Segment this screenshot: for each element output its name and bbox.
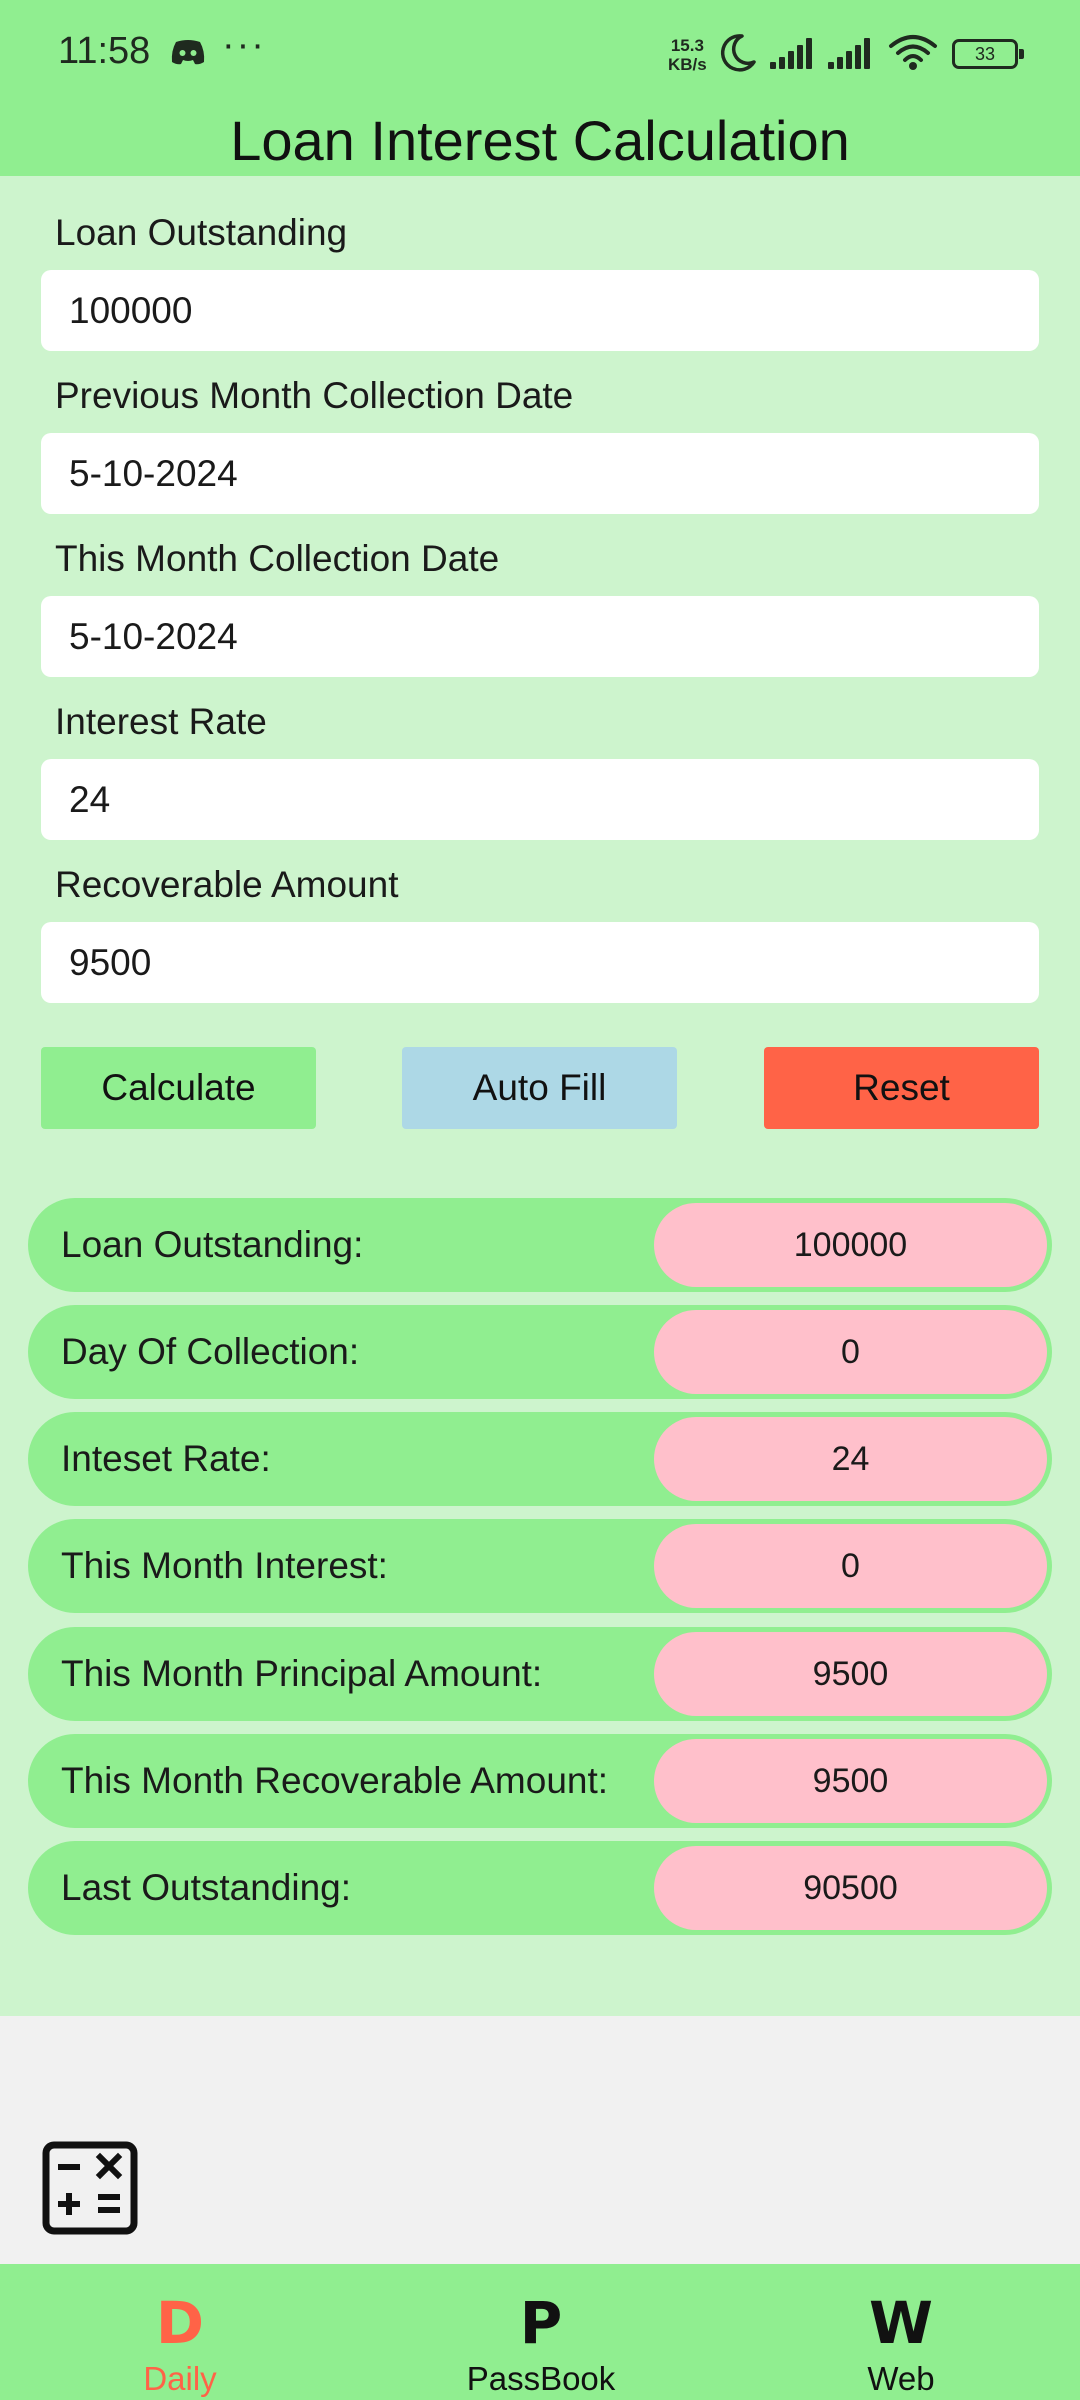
recoverable-amount-label: Recoverable Amount xyxy=(55,864,399,905)
calculator-panel: Loan Outstanding Previous Month Collecti… xyxy=(0,176,1080,2016)
result-value: 24 xyxy=(654,1417,1047,1501)
web-icon: W xyxy=(869,2289,933,2357)
result-value: 0 xyxy=(654,1524,1047,1608)
result-label: Last Outstanding: xyxy=(61,1867,352,1908)
this-month-collection-date-input[interactable] xyxy=(41,596,1039,677)
passbook-icon: P xyxy=(519,2289,563,2357)
bottom-navigation: D Daily P PassBook W Web xyxy=(0,2264,1080,2400)
auto-fill-button[interactable]: Auto Fill xyxy=(402,1047,677,1129)
nav-item-passbook-label: PassBook xyxy=(466,2360,616,2397)
nav-item-web-label: Web xyxy=(867,2360,935,2397)
result-value: 100000 xyxy=(654,1203,1047,1287)
result-label: This Month Interest: xyxy=(61,1545,388,1586)
result-label: Inteset Rate: xyxy=(61,1438,271,1479)
result-value: 0 xyxy=(654,1310,1047,1394)
more-notifications-icon: ··· xyxy=(222,24,266,66)
result-row-interest-rate: Inteset Rate: 24 xyxy=(28,1412,1052,1506)
discord-icon xyxy=(171,40,205,65)
result-value: 90500 xyxy=(654,1846,1047,1930)
interest-rate-input[interactable] xyxy=(41,759,1039,840)
result-label: This Month Principal Amount: xyxy=(61,1653,543,1694)
result-row-this-month-interest: This Month Interest: 0 xyxy=(28,1519,1052,1613)
status-time: 11:58 xyxy=(58,30,151,72)
nav-item-web[interactable]: W Web xyxy=(801,2264,1001,2400)
signal-icon xyxy=(828,38,870,69)
calculator-icon[interactable] xyxy=(42,2141,138,2235)
signal-icon xyxy=(770,38,812,69)
reset-button[interactable]: Reset xyxy=(764,1047,1039,1129)
result-row-loan-outstanding: Loan Outstanding: 100000 xyxy=(28,1198,1052,1292)
this-month-collection-date-label: This Month Collection Date xyxy=(55,538,500,579)
nav-item-passbook[interactable]: P PassBook xyxy=(441,2264,641,2400)
network-speed: 15.3 KB/s xyxy=(668,36,707,74)
battery-icon: 33 xyxy=(952,39,1024,69)
app-header: 11:58 ··· 15.3 KB/s 33 Loan Interest Cal… xyxy=(0,0,1080,176)
daily-icon: D xyxy=(155,2289,205,2357)
result-value: 9500 xyxy=(654,1632,1047,1716)
result-row-recoverable-amount: This Month Recoverable Amount: 9500 xyxy=(28,1734,1052,1828)
result-label: Loan Outstanding: xyxy=(61,1224,364,1265)
result-label: This Month Recoverable Amount: xyxy=(61,1760,609,1801)
wifi-icon xyxy=(889,35,937,70)
nav-item-daily[interactable]: D Daily xyxy=(80,2264,280,2400)
network-speed-unit: KB/s xyxy=(668,55,707,74)
loan-outstanding-input[interactable] xyxy=(41,270,1039,351)
page-title: Loan Interest Calculation xyxy=(230,109,850,172)
result-row-last-outstanding: Last Outstanding: 90500 xyxy=(28,1841,1052,1935)
nav-item-daily-label: Daily xyxy=(143,2360,217,2397)
moon-icon xyxy=(720,34,756,72)
previous-collection-date-input[interactable] xyxy=(41,433,1039,514)
result-row-principal-amount: This Month Principal Amount: 9500 xyxy=(28,1627,1052,1721)
loan-outstanding-label: Loan Outstanding xyxy=(55,212,348,253)
calculate-button[interactable]: Calculate xyxy=(41,1047,316,1129)
result-value: 9500 xyxy=(654,1739,1047,1823)
previous-collection-date-label: Previous Month Collection Date xyxy=(55,375,574,416)
interest-rate-label: Interest Rate xyxy=(55,701,267,742)
recoverable-amount-input[interactable] xyxy=(41,922,1039,1003)
result-label: Day Of Collection: xyxy=(61,1331,360,1372)
network-speed-value: 15.3 xyxy=(670,36,704,55)
result-row-day-of-collection: Day Of Collection: 0 xyxy=(28,1305,1052,1399)
status-bar: 11:58 ··· 15.3 KB/s 33 xyxy=(0,0,1080,108)
